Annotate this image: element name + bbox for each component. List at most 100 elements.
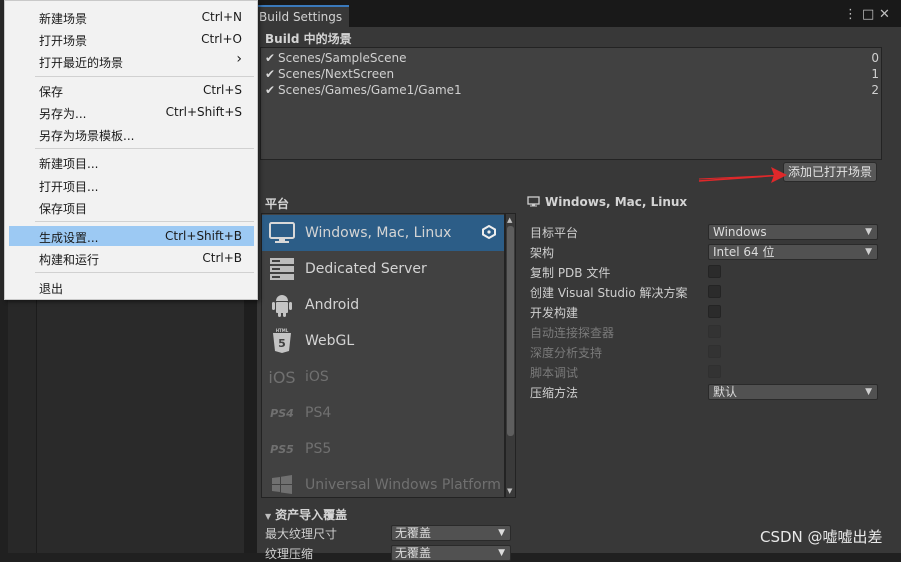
selected-platform-header: Windows, Mac, Linux [527, 195, 687, 209]
menu-item-save[interactable]: 保存 Ctrl+S [9, 80, 254, 100]
maximize-icon[interactable]: □ [862, 7, 874, 22]
csdn-watermark: CSDN @嘘嘘出差 [760, 528, 883, 546]
svg-text:HTML: HTML [276, 328, 289, 333]
red-annotation-arrow [698, 167, 787, 183]
architecture-label: 架构 [530, 246, 555, 260]
scenes-in-build-list[interactable]: ✔ Scenes/SampleScene 0 ✔ Scenes/NextScre… [260, 47, 882, 160]
add-open-scenes-button[interactable]: 添加已打开场景 [783, 162, 877, 182]
menu-item-open-project[interactable]: 打开项目... [9, 175, 254, 195]
platform-item-dedicated-server[interactable]: Dedicated Server [262, 251, 504, 287]
target-platform-dropdown[interactable]: Windows ▼ [708, 224, 878, 240]
menu-item-shortcut: Ctrl+O [201, 32, 242, 46]
chevron-down-icon: ▼ [865, 387, 872, 397]
scene-index: 1 [871, 67, 879, 81]
unity-logo-icon [482, 224, 496, 243]
menu-item-shortcut: Ctrl+S [202, 83, 242, 97]
platform-label: PS5 [305, 441, 332, 457]
platform-label: Dedicated Server [305, 261, 427, 277]
platform-item-webgl[interactable]: HTML 5 WebGL [262, 323, 504, 359]
close-icon[interactable]: ✕ [879, 7, 890, 22]
window-tab-bar [257, 0, 901, 27]
compression-method-dropdown[interactable]: 默认 ▼ [708, 384, 878, 400]
compression-method-value: 默认 [713, 385, 738, 399]
copy-pdb-checkbox[interactable] [708, 265, 721, 278]
tab-build-settings[interactable]: Build Settings [257, 5, 349, 27]
menu-item-save-as[interactable]: 另存为... Ctrl+Shift+S [9, 102, 254, 122]
platform-item-uwp[interactable]: Universal Windows Platform [262, 467, 504, 497]
platform-title: 平台 [265, 197, 290, 211]
deep-profiling-label: 深度分析支持 [530, 346, 603, 360]
scene-path: Scenes/Games/Game1/Game1 [278, 83, 462, 97]
background-hierarchy-panel [36, 300, 244, 553]
menu-item-open-recent-scene[interactable]: 打开最近的场景 › [9, 51, 254, 71]
deep-profiling-checkbox [708, 345, 721, 358]
menu-item-save-as-scene-template[interactable]: 另存为场景模板... [9, 124, 254, 144]
ios-icon: iOS [268, 367, 296, 387]
max-texture-size-label: 最大纹理尺寸 [265, 527, 338, 541]
html5-icon: HTML 5 [267, 328, 297, 354]
scene-path: Scenes/NextScreen [278, 67, 395, 81]
platform-label: Windows, Mac, Linux [305, 225, 452, 241]
scene-index: 0 [871, 51, 879, 65]
windows-logo-icon [267, 472, 297, 497]
menu-item-new-project[interactable]: 新建项目... [9, 152, 254, 172]
menu-item-open-scene[interactable]: 打开场景 Ctrl+O [9, 29, 254, 49]
menu-item-shortcut: Ctrl+Shift+B [165, 229, 242, 243]
chevron-down-icon: ▼ [498, 528, 505, 538]
menu-item-label: 另存为场景模板... [39, 129, 135, 143]
menu-separator [35, 221, 254, 222]
monitor-small-icon [527, 196, 540, 207]
menu-item-build-settings[interactable]: 生成设置... Ctrl+Shift+B [9, 226, 254, 246]
architecture-value: Intel 64 位 [713, 245, 775, 259]
platform-item-ios[interactable]: iOS iOS [262, 359, 504, 395]
vs-solution-checkbox[interactable] [708, 285, 721, 298]
ps5-icon: PS5 [270, 442, 294, 456]
menu-item-label: 退出 [39, 282, 64, 296]
menu-item-label: 保存 [39, 85, 64, 99]
menu-item-build-and-run[interactable]: 构建和运行 Ctrl+B [9, 248, 254, 268]
scene-row[interactable]: ✔ Scenes/Games/Game1/Game1 2 [265, 83, 879, 99]
platform-item-android[interactable]: Android [262, 287, 504, 323]
background-panel-strip [0, 300, 8, 553]
platform-list-scroll-thumb[interactable] [507, 226, 514, 436]
script-debugging-checkbox [708, 365, 721, 378]
menu-separator [35, 76, 254, 77]
android-icon [267, 292, 297, 318]
kebab-menu-icon[interactable]: ⋮ [844, 7, 857, 22]
platform-item-windows-mac-linux[interactable]: Windows, Mac, Linux [262, 215, 504, 251]
menu-item-label: 打开场景 [39, 34, 88, 48]
submenu-arrow-icon: › [236, 51, 242, 67]
scene-row[interactable]: ✔ Scenes/NextScreen 1 [265, 67, 879, 83]
texture-compression-dropdown[interactable]: 无覆盖 ▼ [391, 545, 511, 561]
platform-item-ps4[interactable]: PS4 PS4 [262, 395, 504, 431]
scene-index: 2 [871, 83, 879, 97]
menu-item-label: 另存为... [39, 107, 87, 121]
checkmark-icon[interactable]: ✔ [265, 67, 277, 81]
platform-label: Android [305, 297, 360, 313]
asset-import-overrides-header[interactable]: ▼ 资产导入覆盖 [265, 506, 347, 523]
architecture-dropdown[interactable]: Intel 64 位 ▼ [708, 244, 878, 260]
foldout-arrow-icon[interactable]: ▼ [265, 512, 271, 521]
max-texture-size-dropdown[interactable]: 无覆盖 ▼ [391, 525, 511, 541]
checkmark-icon[interactable]: ✔ [265, 83, 277, 97]
vs-solution-label: 创建 Visual Studio 解决方案 [530, 286, 688, 300]
menu-item-new-scene[interactable]: 新建场景 Ctrl+N [9, 7, 254, 27]
scene-row[interactable]: ✔ Scenes/SampleScene 0 [265, 51, 879, 67]
scroll-down-arrow-icon[interactable]: ▼ [507, 487, 512, 495]
asset-import-overrides-title: 资产导入覆盖 [275, 508, 348, 522]
compression-method-label: 压缩方法 [530, 386, 579, 400]
checkmark-icon[interactable]: ✔ [265, 51, 277, 65]
platform-label: PS4 [305, 405, 332, 421]
platform-item-ps5[interactable]: PS5 PS5 [262, 431, 504, 467]
platform-list[interactable]: Windows, Mac, Linux Dedicated Server And… [261, 213, 505, 498]
copy-pdb-label: 复制 PDB 文件 [530, 266, 611, 280]
max-texture-size-value: 无覆盖 [395, 526, 432, 540]
autoconnect-profiler-checkbox [708, 325, 721, 338]
menu-item-save-project[interactable]: 保存项目 [9, 197, 254, 217]
svg-text:5: 5 [278, 337, 286, 350]
scroll-up-arrow-icon[interactable]: ▲ [507, 216, 512, 224]
menu-item-exit[interactable]: 退出 [9, 277, 254, 297]
platform-label: WebGL [305, 333, 355, 349]
dev-build-checkbox[interactable] [708, 305, 721, 318]
file-context-menu[interactable]: 新建场景 Ctrl+N 打开场景 Ctrl+O 打开最近的场景 › 保存 Ctr… [4, 0, 258, 300]
